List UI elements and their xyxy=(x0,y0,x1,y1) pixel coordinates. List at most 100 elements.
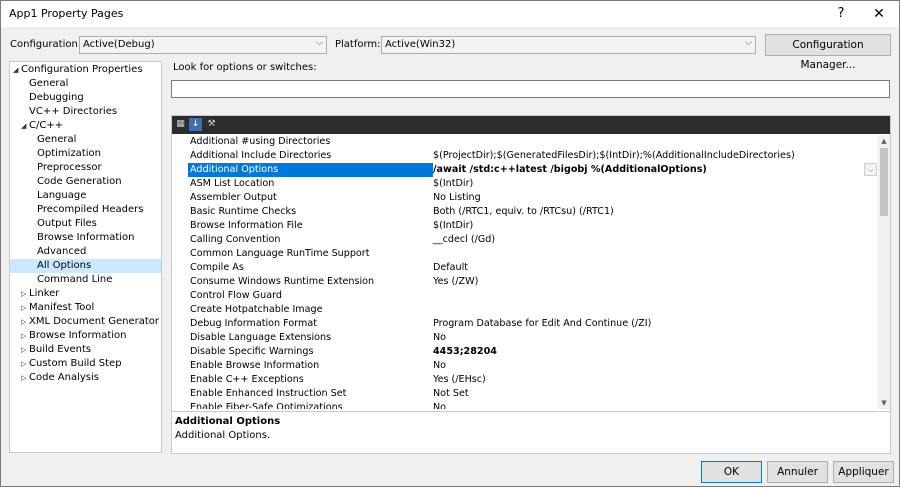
table-row[interactable]: Enable C++ Exceptions Yes (/EHsc) xyxy=(172,373,878,387)
table-row[interactable]: Enable Fiber-Safe Optimizations No xyxy=(172,401,878,409)
table-row[interactable]: Control Flow Guard xyxy=(172,289,878,303)
tree-item-label: C/C++ xyxy=(29,120,64,131)
property-value: Default xyxy=(433,262,469,273)
tree-item-xml-document-generator[interactable]: ▷ XML Document Generator xyxy=(10,315,161,329)
tree-item-output-files[interactable]: Output Files xyxy=(10,217,161,231)
collapsed-icon[interactable]: ▷ xyxy=(21,357,26,371)
tree-item-label: XML Document Generator xyxy=(29,316,159,327)
tree-item-label: Custom Build Step xyxy=(29,358,122,369)
tree-item-general[interactable]: General xyxy=(10,77,161,91)
property-name: ASM List Location xyxy=(190,178,275,189)
categorized-icon[interactable]: ▦ xyxy=(174,118,187,131)
help-icon[interactable]: ? xyxy=(829,4,853,24)
table-row[interactable]: Enable Browse Information No xyxy=(172,359,878,373)
description-panel: Additional Options Additional Options. xyxy=(172,411,890,453)
collapsed-icon[interactable]: ▷ xyxy=(21,315,26,329)
property-name: Calling Convention xyxy=(190,234,281,245)
table-row[interactable]: Additional Include Directories $(Project… xyxy=(172,149,878,163)
tree-item-label: Manifest Tool xyxy=(29,302,95,313)
wrench-icon[interactable]: ⚒ xyxy=(205,118,218,131)
chevron-down-icon[interactable]: ⌵ xyxy=(864,163,877,176)
table-row[interactable]: Browse Information File $(IntDir) xyxy=(172,219,878,233)
property-name: Disable Specific Warnings xyxy=(190,346,314,357)
property-value: No xyxy=(433,360,447,371)
table-row[interactable]: Create Hotpatchable Image xyxy=(172,303,878,317)
tree-item-browse-information-tool[interactable]: ▷ Browse Information xyxy=(10,329,161,343)
collapsed-icon[interactable]: ▷ xyxy=(21,301,26,315)
tree-item-command-line[interactable]: Command Line xyxy=(10,273,161,287)
table-row[interactable]: Additional #using Directories xyxy=(172,135,878,149)
table-row[interactable]: Enable Enhanced Instruction Set Not Set xyxy=(172,387,878,401)
tree-item-debugging[interactable]: Debugging xyxy=(10,91,161,105)
sort-alphabetical-icon[interactable]: ↓ xyxy=(189,118,202,131)
property-name: Enable C++ Exceptions xyxy=(190,374,304,385)
scroll-up-icon[interactable]: ▲ xyxy=(878,135,890,147)
tree-item-linker[interactable]: ▷ Linker xyxy=(10,287,161,301)
tree-item-vc-directories[interactable]: VC++ Directories xyxy=(10,105,161,119)
ok-button[interactable]: OK xyxy=(701,461,762,483)
property-value: No xyxy=(433,402,447,409)
tree-item-precompiled-headers[interactable]: Precompiled Headers xyxy=(10,203,161,217)
table-row[interactable]: Disable Language Extensions No xyxy=(172,331,878,345)
configuration-manager-button[interactable]: Configuration Manager... xyxy=(765,34,891,71)
platform-label: Platform: xyxy=(335,39,381,50)
collapsed-icon[interactable]: ▷ xyxy=(21,287,26,301)
table-row[interactable]: Disable Specific Warnings 4453;28204 xyxy=(172,345,878,359)
cancel-button[interactable]: Annuler xyxy=(767,461,828,483)
tree-item-custom-build-step[interactable]: ▷ Custom Build Step xyxy=(10,357,161,371)
tree-item-label: Optimization xyxy=(37,148,101,159)
grid-rows: Additional #using Directories Additional… xyxy=(172,135,878,409)
tree-item-label: Debugging xyxy=(29,92,84,103)
grid-scrollbar[interactable]: ▲ ▼ xyxy=(878,135,890,409)
table-row[interactable]: Consume Windows Runtime Extension Yes (/… xyxy=(172,275,878,289)
table-row[interactable]: ASM List Location $(IntDir) xyxy=(172,177,878,191)
property-name: Debug Information Format xyxy=(190,318,317,329)
tree-item-label: General xyxy=(37,134,77,145)
property-value[interactable]: /await /std:c++latest /bigobj %(Addition… xyxy=(433,163,707,177)
table-row[interactable]: Calling Convention __cdecl (/Gd) xyxy=(172,233,878,247)
tree-item-label: Code Analysis xyxy=(29,372,99,383)
tree-item-build-events[interactable]: ▷ Build Events xyxy=(10,343,161,357)
tree-item-label: Command Line xyxy=(37,274,113,285)
scroll-down-icon[interactable]: ▼ xyxy=(878,397,890,409)
table-row[interactable]: Debug Information Format Program Databas… xyxy=(172,317,878,331)
table-row[interactable]: Assembler Output No Listing xyxy=(172,191,878,205)
search-input[interactable] xyxy=(171,80,890,98)
collapsed-icon[interactable]: ▷ xyxy=(21,329,26,343)
tree-item-code-analysis[interactable]: ▷ Code Analysis xyxy=(10,371,161,385)
collapsed-icon[interactable]: ▷ xyxy=(21,371,26,385)
tree-item-cpp[interactable]: ◢ C/C++ xyxy=(10,119,161,133)
tree-item-label: VC++ Directories xyxy=(29,106,118,117)
collapsed-icon[interactable]: ▷ xyxy=(21,343,26,357)
property-name: Disable Language Extensions xyxy=(190,332,332,343)
property-value: $(IntDir) xyxy=(433,178,474,189)
tree-item-all-options[interactable]: All Options xyxy=(10,259,161,273)
table-row[interactable]: Common Language RunTime Support xyxy=(172,247,878,261)
tree-item-language[interactable]: Language xyxy=(10,189,161,203)
chevron-down-icon: ⌵ xyxy=(316,38,323,48)
table-row[interactable]: Compile As Default xyxy=(172,261,878,275)
property-name: Create Hotpatchable Image xyxy=(190,304,323,315)
platform-dropdown[interactable]: Active(Win32) ⌵ xyxy=(381,36,756,54)
configuration-dropdown[interactable]: Active(Debug) ⌵ xyxy=(79,36,327,54)
expanded-icon[interactable]: ◢ xyxy=(21,119,26,133)
tree-item-advanced[interactable]: Advanced xyxy=(10,245,161,259)
apply-button[interactable]: Appliquer xyxy=(833,461,894,483)
expanded-icon[interactable]: ◢ xyxy=(13,63,18,77)
property-name: Additional Options xyxy=(188,163,433,177)
tree-item-label: All Options xyxy=(37,260,92,271)
tree-item-preprocessor[interactable]: Preprocessor xyxy=(10,161,161,175)
tree-item-configuration-properties[interactable]: ◢ Configuration Properties xyxy=(10,63,161,77)
tree-item-cpp-general[interactable]: General xyxy=(10,133,161,147)
tree-item-browse-information[interactable]: Browse Information xyxy=(10,231,161,245)
scrollbar-thumb[interactable] xyxy=(880,148,888,216)
table-row-selected[interactable]: Additional Options /await /std:c++latest… xyxy=(172,163,878,177)
tree-item-manifest-tool[interactable]: ▷ Manifest Tool xyxy=(10,301,161,315)
tree-item-code-generation[interactable]: Code Generation xyxy=(10,175,161,189)
configuration-value: Active(Debug) xyxy=(83,39,155,50)
property-grid: ▦ ↓ ⚒ Additional #using Directories Addi… xyxy=(171,115,891,454)
tree-item-optimization[interactable]: Optimization xyxy=(10,147,161,161)
table-row[interactable]: Basic Runtime Checks Both (/RTC1, equiv.… xyxy=(172,205,878,219)
close-icon[interactable]: ✕ xyxy=(867,4,891,24)
property-name: Enable Fiber-Safe Optimizations xyxy=(190,402,343,409)
